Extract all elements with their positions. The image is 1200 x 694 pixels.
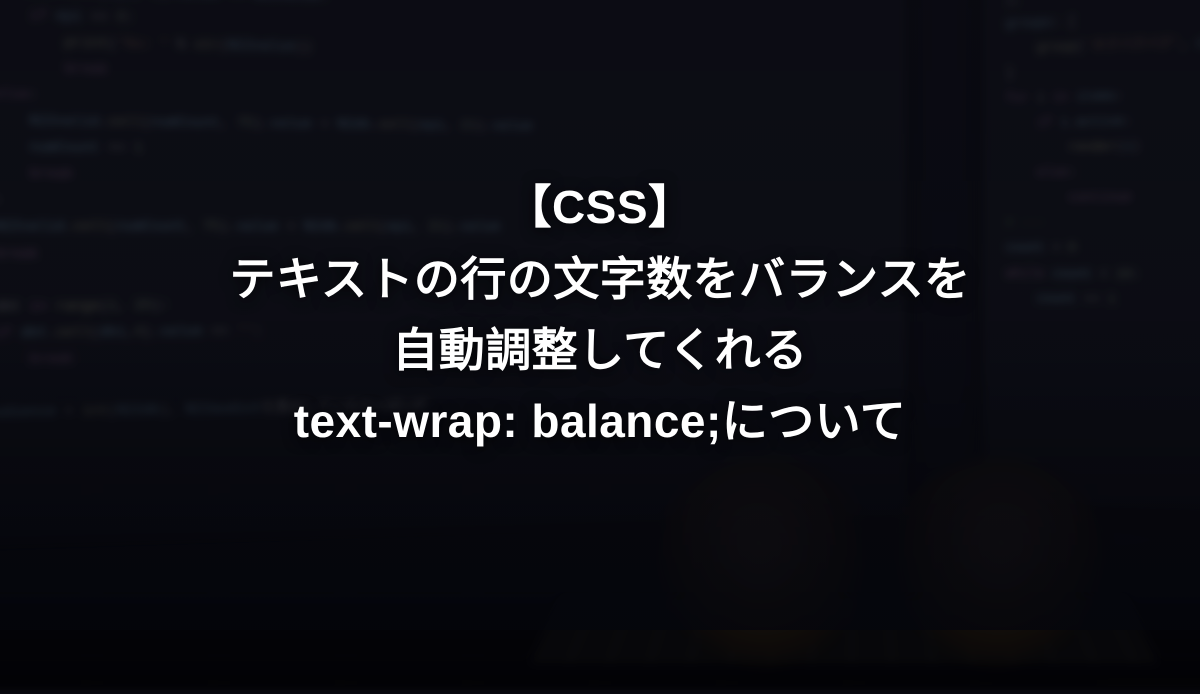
title-line-3: 自動調整してくれる [392,315,807,386]
title-line-1: 【CSS】 [506,172,695,243]
title-line-4: text-wrap: balance;について [294,386,906,457]
title-line-2: テキストの行の文字数をバランスを [229,244,970,315]
title-container: 【CSS】 テキストの行の文字数をバランスを 自動調整してくれる text-wr… [0,0,1200,630]
